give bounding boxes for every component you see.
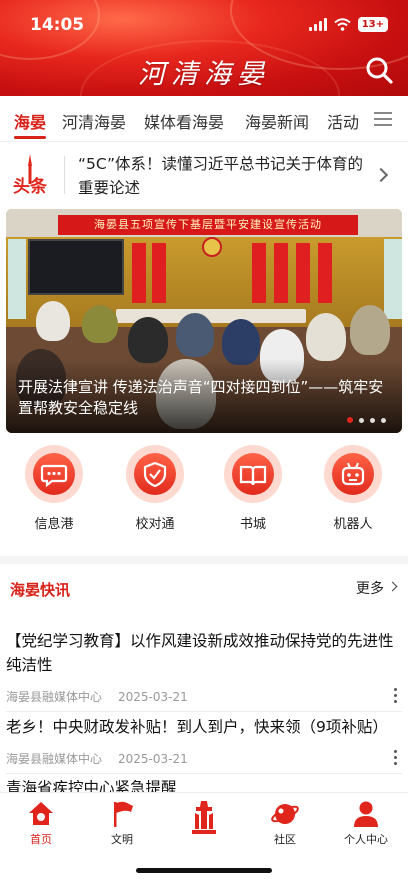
quick-link-label: 机器人 bbox=[333, 517, 373, 532]
tab-media-view[interactable]: 媒体看海晏 bbox=[144, 109, 224, 133]
more-options-icon[interactable] bbox=[394, 750, 398, 768]
active-tab-indicator bbox=[14, 136, 46, 139]
planet-icon bbox=[271, 804, 299, 824]
battery-indicator: 13+ bbox=[357, 17, 388, 32]
wifi-icon bbox=[334, 18, 351, 31]
carousel-dot[interactable] bbox=[347, 417, 353, 423]
quick-link-label: 信息港 bbox=[34, 517, 74, 532]
user-icon bbox=[354, 801, 378, 827]
svg-text:头条: 头条 bbox=[13, 176, 48, 197]
status-bar: 14:05 13+ bbox=[0, 0, 408, 48]
news-meta: 海晏县融媒体中心 2025-03-21 bbox=[6, 688, 204, 705]
news-source: 海晏县融媒体中心 bbox=[6, 690, 103, 704]
carousel-indicator bbox=[347, 417, 386, 423]
nav-label: 首页 bbox=[30, 833, 52, 846]
carousel-dot[interactable] bbox=[370, 417, 375, 423]
news-source: 海晏县融媒体中心 bbox=[6, 752, 103, 766]
headline-banner[interactable]: 头条 “5C”体系！读懂习近平总书记关于体育的重要论述 bbox=[0, 142, 408, 210]
headline-badge: 头条 bbox=[13, 154, 48, 197]
nav-profile[interactable]: 个人中心 bbox=[331, 793, 401, 847]
nav-label: 文明 bbox=[111, 833, 133, 846]
tab-haiyan-news[interactable]: 海晏新闻 bbox=[245, 109, 309, 133]
nav-label: 社区 bbox=[274, 833, 296, 846]
signal-icon bbox=[308, 18, 327, 31]
home-indicator[interactable] bbox=[136, 868, 272, 873]
banner-window-left bbox=[8, 239, 26, 319]
banner-backdrop-sign: 海晏县五项宣传下基层暨平安建设宣传活动 bbox=[58, 215, 358, 235]
headline-text: “5C”体系！读懂习近平总书记关于体育的重要论述 bbox=[78, 155, 364, 197]
banner-person bbox=[82, 305, 118, 343]
banner-window-right bbox=[384, 239, 402, 319]
news-item[interactable]: 【党纪学习教育】以作风建设新成效推动保持党的先进性纯洁性 海晏县融媒体中心 202… bbox=[0, 626, 408, 712]
banner-person bbox=[36, 301, 70, 341]
app-screen: 14:05 13+ 河清海晏 海晏 河清海晏 媒体看海晏 海晏新闻 活动 头条 … bbox=[0, 0, 408, 883]
news-meta: 海晏县融媒体中心 2025-03-21 bbox=[6, 750, 204, 767]
news-item[interactable]: 青海省疾控中心紧急提醒 bbox=[0, 774, 408, 794]
status-time: 14:05 bbox=[30, 15, 85, 35]
quick-link-proofread[interactable]: 校对通 bbox=[115, 445, 195, 532]
tabs-menu-icon[interactable] bbox=[374, 112, 392, 126]
chat-bubble-icon bbox=[40, 464, 68, 488]
banner-caption: 开展法律宣讲 传递法治声音“四对接四到位”——筑牢安置帮教安全稳定线 bbox=[18, 378, 384, 417]
monument-icon bbox=[192, 801, 216, 834]
channel-tabs: 海晏 河清海晏 媒体看海晏 海晏新闻 活动 bbox=[0, 96, 408, 142]
banner-person bbox=[306, 313, 346, 361]
tab-activities[interactable]: 活动 bbox=[327, 109, 359, 133]
quick-link-label: 书城 bbox=[239, 517, 266, 532]
chevron-right-icon bbox=[387, 581, 398, 592]
banner-flag bbox=[274, 243, 288, 303]
tab-heqing-haiyan[interactable]: 河清海晏 bbox=[62, 109, 126, 133]
carousel-dot[interactable] bbox=[359, 417, 364, 423]
nav-community[interactable]: 社区 bbox=[250, 793, 320, 847]
news-item[interactable]: 老乡！中央财政发补贴！到人到户，快来领（9项补贴） 海晏县融媒体中心 2025-0… bbox=[0, 712, 408, 774]
news-title: 【党纪学习教育】以作风建设新成效推动保持党的先进性纯洁性 bbox=[6, 632, 394, 674]
shield-check-icon bbox=[143, 461, 167, 488]
app-header: 14:05 13+ 河清海晏 bbox=[0, 0, 408, 96]
banner-flag bbox=[152, 243, 166, 303]
more-link[interactable]: 更多 bbox=[356, 578, 384, 598]
quick-link-label: 校对通 bbox=[135, 517, 175, 532]
banner-flag bbox=[132, 243, 146, 303]
chevron-right-icon bbox=[373, 167, 389, 183]
carousel-banner[interactable]: 海晏县五项宣传下基层暨平安建设宣传活动 开展法律宣讲 传递法治声音“四对接四到位… bbox=[6, 209, 402, 433]
nav-civilization[interactable]: 文明 bbox=[87, 793, 157, 847]
news-date: 2025-03-21 bbox=[118, 690, 188, 704]
headline-divider bbox=[64, 156, 65, 194]
nav-home[interactable]: 首页 bbox=[6, 793, 76, 847]
quick-links: 信息港 校对通 书城 机器人 bbox=[0, 445, 408, 545]
quick-link-robot[interactable]: 机器人 bbox=[313, 445, 393, 532]
banner-flag bbox=[318, 243, 332, 303]
section-separator bbox=[0, 556, 408, 564]
search-button[interactable] bbox=[364, 55, 394, 85]
banner-person bbox=[176, 313, 214, 357]
news-section-header: 海晏快讯 更多 bbox=[0, 570, 408, 604]
book-icon bbox=[239, 465, 267, 486]
banner-flag bbox=[252, 243, 266, 303]
banner-flag bbox=[296, 243, 310, 303]
tab-haiyan[interactable]: 海晏 bbox=[14, 109, 46, 133]
quick-link-info-port[interactable]: 信息港 bbox=[14, 445, 94, 532]
flag-icon bbox=[114, 801, 133, 827]
nav-label: 个人中心 bbox=[344, 833, 388, 846]
emblem-icon bbox=[202, 237, 222, 257]
news-date: 2025-03-21 bbox=[118, 752, 188, 766]
app-title: 河清海晏 bbox=[138, 59, 270, 90]
banner-screen bbox=[28, 239, 124, 295]
news-title: 老乡！中央财政发补贴！到人到户，快来领（9项补贴） bbox=[6, 718, 388, 736]
nav-center[interactable] bbox=[169, 793, 239, 839]
quick-link-bookstore[interactable]: 书城 bbox=[213, 445, 293, 532]
news-section-title: 海晏快讯 bbox=[10, 581, 71, 599]
home-icon bbox=[29, 802, 53, 825]
carousel-dot[interactable] bbox=[381, 417, 386, 423]
banner-person bbox=[128, 317, 168, 363]
banner-person bbox=[350, 305, 390, 355]
robot-icon bbox=[341, 462, 365, 486]
search-icon bbox=[366, 57, 393, 84]
more-options-icon[interactable] bbox=[394, 688, 398, 706]
